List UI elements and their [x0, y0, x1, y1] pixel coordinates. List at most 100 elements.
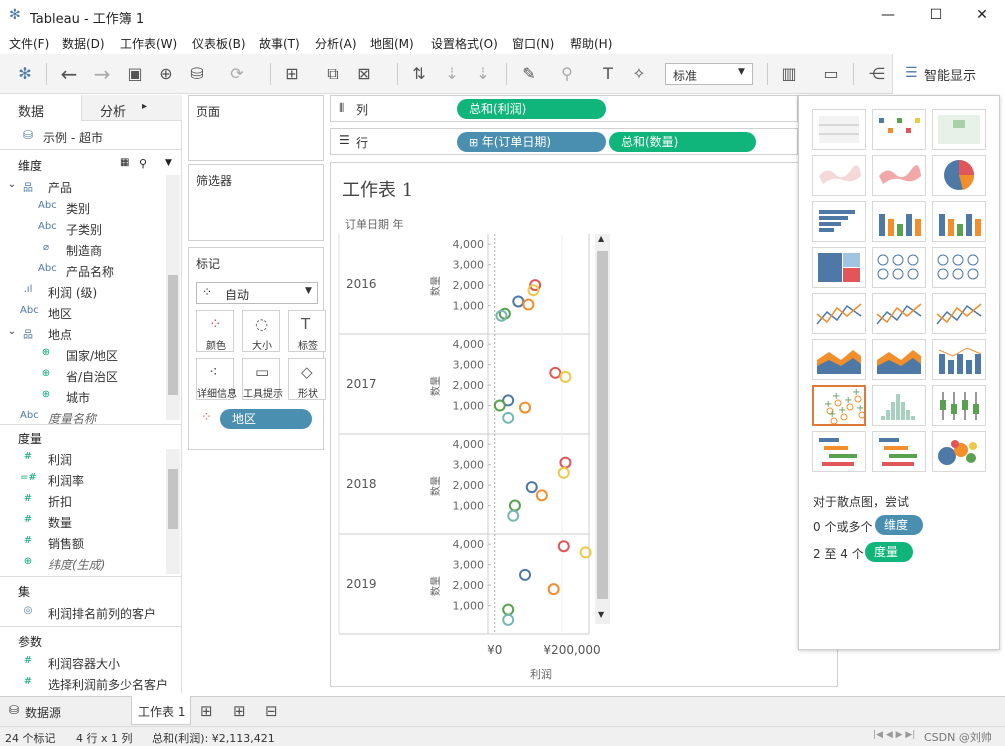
menu-map[interactable]: 地图(M): [370, 35, 414, 52]
showme-pie-icon[interactable]: [932, 155, 986, 196]
new-dashboard-icon[interactable]: ⊞: [233, 702, 246, 720]
mark-button[interactable]: ⁘ 颜色: [196, 310, 234, 352]
pin-icon[interactable]: ✧: [628, 63, 650, 85]
showme-highlight-table-icon[interactable]: [932, 109, 986, 150]
search-icon[interactable]: ⚲: [139, 157, 147, 170]
dimension-item[interactable]: ⊕ 国家/地区: [0, 345, 165, 366]
showme-symbol-map-icon[interactable]: [812, 155, 866, 196]
tableau-home-icon[interactable]: ✻: [14, 63, 36, 85]
rows-pill-quantity[interactable]: 总和(数量): [609, 132, 756, 152]
showme-stacked-bars-icon[interactable]: [872, 201, 926, 242]
new-worksheet-icon[interactable]: ⊞: [281, 63, 303, 85]
dimension-item[interactable]: Abc 子类别: [0, 219, 165, 240]
highlight-icon[interactable]: ✎: [518, 63, 540, 85]
set-item[interactable]: ◎ 利润排名前列的客户: [0, 603, 165, 624]
columns-shelf[interactable]: ⦀ 列 总和(利润): [330, 95, 798, 122]
menu-help[interactable]: 帮助(H): [570, 35, 612, 52]
clear-sheet-icon[interactable]: ⊠: [353, 63, 375, 85]
showme-treemap-icon[interactable]: [812, 247, 866, 288]
showme-histogram-icon[interactable]: [872, 385, 926, 426]
undo-icon[interactable]: ←: [58, 63, 80, 85]
mark-button[interactable]: ◌ 大小: [242, 310, 280, 352]
dimension-item[interactable]: .ıl 利润 (级): [0, 282, 165, 303]
dimension-item[interactable]: Abc 产品名称: [0, 261, 165, 282]
maximize-button[interactable]: ☐: [913, 0, 959, 32]
showme-text-table-icon[interactable]: [812, 109, 866, 150]
mark-button[interactable]: T 标签: [288, 310, 326, 352]
showme-area-continuous-icon[interactable]: [812, 339, 866, 380]
mark-button[interactable]: ▭ 工具提示: [242, 358, 283, 400]
show-cards-icon[interactable]: ▥: [778, 63, 800, 85]
mark-button[interactable]: ⁖ 详细信息: [196, 358, 237, 400]
pause-updates-icon[interactable]: ⛁: [186, 63, 208, 85]
tab-analysis[interactable]: 分析 ▸: [82, 95, 182, 121]
pages-card[interactable]: 页面: [188, 95, 324, 161]
filters-card[interactable]: 筛选器: [188, 164, 324, 241]
sort-asc-icon[interactable]: ⇣: [441, 63, 463, 85]
param-item[interactable]: # 选择利润前多少名客户: [0, 674, 168, 695]
dimension-item[interactable]: ⌄ 品 地点: [0, 324, 165, 345]
close-button[interactable]: ✕: [959, 0, 1005, 32]
showme-horizontal-bars-icon[interactable]: [812, 201, 866, 242]
menu-file[interactable]: 文件(F): [9, 35, 49, 52]
expand-chevron-icon[interactable]: ⌄: [4, 326, 20, 337]
showme-lines-discrete-icon[interactable]: [872, 293, 926, 334]
chevron-down-icon[interactable]: ▼: [165, 158, 172, 168]
view-toggle-icon[interactable]: ▦: [120, 157, 129, 168]
menu-data[interactable]: 数据(D): [62, 35, 105, 52]
showme-bullet-icon[interactable]: [872, 431, 926, 472]
view-scrollbar[interactable]: ▲ ▼: [595, 234, 610, 624]
menu-story[interactable]: 故事(T): [259, 35, 300, 52]
dimension-item[interactable]: Abc 度量名称: [0, 408, 165, 429]
measure-item[interactable]: # 利润: [0, 449, 165, 470]
presentation-icon[interactable]: ▭: [820, 63, 842, 85]
dimension-item[interactable]: ⊕ 省/自治区: [0, 366, 165, 387]
menu-format[interactable]: 设置格式(O): [431, 35, 498, 52]
refresh-icon[interactable]: ⟳: [226, 63, 248, 85]
measure-item[interactable]: # 销售额: [0, 533, 165, 554]
show-labels-icon[interactable]: T: [597, 63, 619, 85]
region-pill[interactable]: 地区: [220, 409, 312, 429]
new-datasource-icon[interactable]: ⊕: [155, 63, 177, 85]
mark-type-select[interactable]: ⁘ 自动 ▼: [196, 282, 318, 304]
expand-chevron-icon[interactable]: ⌄: [4, 179, 20, 190]
measure-item[interactable]: =# 利润率: [0, 470, 165, 491]
measure-item[interactable]: ⊕ 纬度(生成): [0, 554, 165, 575]
new-story-icon[interactable]: ⊟: [265, 702, 278, 720]
menu-analysis[interactable]: 分析(A): [315, 35, 357, 52]
showme-packed-bubbles-icon[interactable]: [932, 431, 986, 472]
menu-worksheet[interactable]: 工作表(W): [120, 35, 177, 52]
showme-side-by-side-bars-icon[interactable]: [932, 201, 986, 242]
showme-box-whisker-icon[interactable]: [932, 385, 986, 426]
showme-gantt-icon[interactable]: [812, 431, 866, 472]
measure-item[interactable]: # 折扣: [0, 491, 165, 512]
measure-item[interactable]: # 数量: [0, 512, 165, 533]
duplicate-icon[interactable]: ⧉: [322, 63, 344, 85]
showme-lines-continuous-icon[interactable]: [812, 293, 866, 334]
showme-dual-combination-icon[interactable]: [932, 339, 986, 380]
fit-select[interactable]: 标准 ▼: [665, 63, 753, 85]
mark-button[interactable]: ◇ 形状: [288, 358, 326, 400]
save-icon[interactable]: ▣: [124, 63, 146, 85]
sort-desc-icon[interactable]: ⇣: [472, 63, 494, 85]
scrollbar-dims[interactable]: [166, 175, 180, 420]
group-icon[interactable]: ⚲: [556, 63, 578, 85]
dimension-item[interactable]: ⌄ 品 产品: [0, 177, 165, 198]
tab-data[interactable]: 数据: [0, 95, 82, 121]
dimension-item[interactable]: ⌀ 制造商: [0, 240, 165, 261]
datasource-item[interactable]: ⛁ 示例 - 超市: [0, 125, 180, 147]
scrollbar-measures[interactable]: [166, 449, 180, 574]
tab-datasource[interactable]: ⛁ 数据源: [0, 697, 90, 726]
share-icon[interactable]: ⋲: [866, 63, 888, 85]
showme-area-discrete-icon[interactable]: [872, 339, 926, 380]
swap-icon[interactable]: ⇅: [408, 63, 430, 85]
showme-scatter-plot-icon[interactable]: + + + + + + +: [812, 385, 866, 426]
nav-first-icon[interactable]: |◀ ◀ ▶ ▶|: [873, 730, 915, 740]
minimize-button[interactable]: —: [865, 0, 911, 32]
showme-heat-map-icon[interactable]: [872, 109, 926, 150]
showme-dual-lines-icon[interactable]: [932, 293, 986, 334]
menu-dashboard[interactable]: 仪表板(B): [192, 35, 246, 52]
showme-circle-views-icon[interactable]: [872, 247, 926, 288]
dimension-item[interactable]: Abc 地区: [0, 303, 165, 324]
rows-shelf[interactable]: ☰ 行 ⊞ 年(订单日期) 总和(数量): [330, 128, 798, 155]
